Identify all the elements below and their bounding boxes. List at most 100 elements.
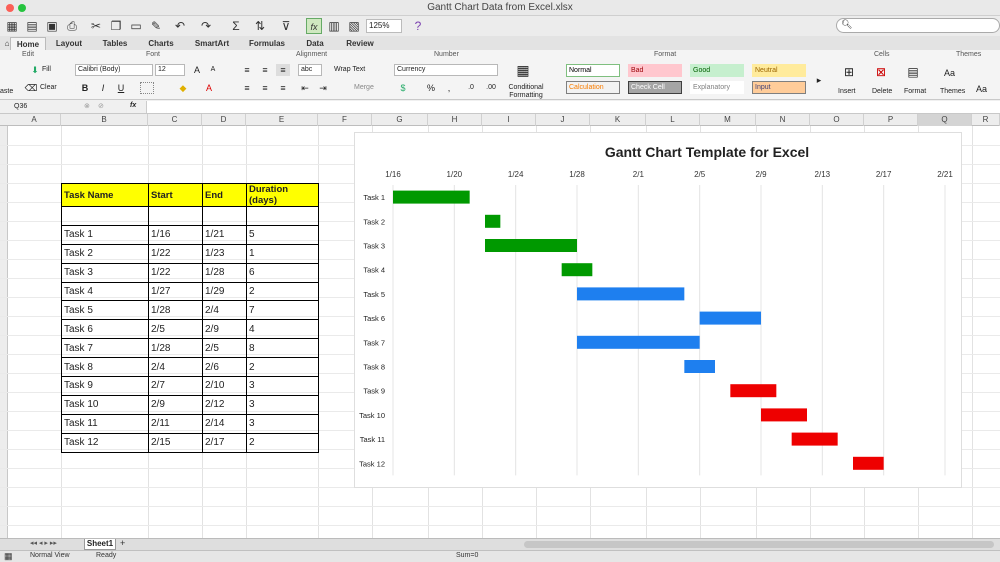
gantt-bar[interactable] <box>853 456 884 470</box>
duration-cell[interactable]: 2 <box>246 432 319 453</box>
header-start[interactable]: Start <box>148 183 203 207</box>
number-format-select[interactable]: Currency <box>394 64 498 76</box>
duration-cell[interactable]: 3 <box>246 376 319 396</box>
start-cell[interactable]: 1/27 <box>148 281 203 302</box>
gantt-bar[interactable] <box>577 335 700 349</box>
header-task-name[interactable]: Task Name <box>61 183 149 207</box>
column-header-d[interactable]: D <box>202 114 246 126</box>
column-header-g[interactable]: G <box>372 114 428 126</box>
view-mode-icon[interactable]: ▦ <box>4 551 13 562</box>
duration-cell[interactable]: 2 <box>246 281 319 302</box>
gantt-bar[interactable] <box>485 214 501 228</box>
gantt-bar[interactable] <box>730 384 777 398</box>
duration-cell[interactable]: 3 <box>246 413 319 434</box>
clear-button[interactable]: Clear <box>40 84 57 91</box>
end-cell[interactable]: 2/9 <box>202 319 247 340</box>
format-cells-icon[interactable]: ▤ <box>906 66 920 78</box>
start-cell[interactable]: 2/5 <box>148 319 203 340</box>
gantt-bar[interactable] <box>684 360 715 373</box>
task-name-cell[interactable]: Task 5 <box>61 300 149 321</box>
add-sheet-icon[interactable]: + <box>120 538 125 548</box>
end-cell[interactable]: 1/28 <box>202 262 247 283</box>
conditional-formatting-icon[interactable]: ▦ <box>514 63 532 82</box>
insert-function-button[interactable]: fx <box>130 102 136 109</box>
task-name-cell[interactable]: Task 9 <box>61 376 149 396</box>
end-cell[interactable]: 2/4 <box>202 300 247 321</box>
themes-gallery-icon[interactable]: Aa <box>944 68 955 78</box>
autosum-icon[interactable]: Σ <box>228 18 244 34</box>
increase-indent-icon[interactable]: ⇥ <box>316 82 330 94</box>
filter-icon[interactable]: ⊽ <box>278 18 294 34</box>
duration-cell[interactable]: 1 <box>246 243 319 264</box>
sheet-tab-sheet1[interactable]: Sheet1 <box>84 539 116 550</box>
merge-button[interactable]: Merge <box>354 84 374 91</box>
zoom-select[interactable]: 125% <box>366 19 402 33</box>
tab-data[interactable]: Data <box>300 37 330 50</box>
align-center-icon[interactable]: ≡ <box>258 82 272 94</box>
paste-button[interactable]: aste <box>0 88 13 95</box>
align-bottom-icon[interactable]: ≡ <box>276 64 290 76</box>
format-button[interactable]: Format <box>904 88 926 95</box>
cell-style-bad[interactable]: Bad <box>628 64 682 77</box>
gantt-bar[interactable] <box>393 190 470 204</box>
new-workbook-icon[interactable]: ▦ <box>4 18 20 34</box>
underline-button[interactable]: U <box>114 82 128 94</box>
clear-icon[interactable]: ⌫ <box>24 82 38 94</box>
fill-icon[interactable]: ⬇ <box>28 64 42 76</box>
tab-tables[interactable]: Tables <box>96 37 134 50</box>
tab-review[interactable]: Review <box>340 37 380 50</box>
column-header-l[interactable]: L <box>646 114 700 126</box>
gantt-bar[interactable] <box>699 311 761 325</box>
tab-smartart[interactable]: SmartArt <box>190 37 234 50</box>
end-cell[interactable]: 1/29 <box>202 281 247 302</box>
insert-cells-icon[interactable]: ⊞ <box>842 66 856 78</box>
end-cell[interactable]: 2/14 <box>202 413 247 434</box>
task-name-cell[interactable] <box>61 206 149 226</box>
search-input[interactable]: 🔍︎ <box>836 18 1000 33</box>
currency-icon[interactable]: $ <box>396 82 410 94</box>
font-color-icon[interactable]: A <box>202 82 216 94</box>
text-orientation-button[interactable]: abc <box>298 64 322 76</box>
column-header-o[interactable]: O <box>810 114 864 126</box>
enter-icon[interactable]: ⊘ <box>98 102 104 110</box>
task-name-cell[interactable]: Task 4 <box>61 281 149 302</box>
start-cell[interactable]: 1/28 <box>148 338 203 359</box>
column-header-i[interactable]: I <box>482 114 536 126</box>
tab-formulas[interactable]: Formulas <box>244 37 290 50</box>
sheet-nav-icon[interactable]: ◂◂ ◂ ▸ ▸▸ <box>30 539 57 547</box>
align-middle-icon[interactable]: ≡ <box>258 64 272 76</box>
duration-cell[interactable]: 2 <box>246 357 319 378</box>
end-cell[interactable]: 1/21 <box>202 224 247 245</box>
decrease-decimal-icon[interactable]: .00 <box>484 82 498 94</box>
cancel-icon[interactable]: ⊗ <box>84 102 90 110</box>
insert-button[interactable]: Insert <box>838 88 856 95</box>
name-box[interactable]: Q36 <box>14 102 74 112</box>
task-name-cell[interactable]: Task 8 <box>61 357 149 378</box>
italic-button[interactable]: I <box>96 82 110 94</box>
align-top-icon[interactable]: ≡ <box>240 64 254 76</box>
delete-cells-icon[interactable]: ⊠ <box>874 66 888 78</box>
gantt-bar[interactable] <box>791 432 838 446</box>
task-name-cell[interactable]: Task 6 <box>61 319 149 340</box>
start-cell[interactable]: 2/15 <box>148 432 203 453</box>
templates-icon[interactable]: ▤ <box>24 18 40 34</box>
task-name-cell[interactable]: Task 11 <box>61 413 149 434</box>
column-header-c[interactable]: C <box>148 114 202 126</box>
fill-color-icon[interactable]: ◆ <box>176 82 190 94</box>
decrease-indent-icon[interactable]: ⇤ <box>298 82 312 94</box>
header-duration[interactable]: Duration (days) <box>246 183 319 207</box>
cell-style-calculation[interactable]: Calculation <box>566 81 620 94</box>
cell-style-explanatory[interactable]: Explanatory <box>690 81 744 94</box>
column-header-q[interactable]: Q <box>918 114 972 126</box>
print-icon[interactable]: ⎙ <box>64 18 80 34</box>
duration-cell[interactable] <box>246 206 319 226</box>
task-name-cell[interactable]: Task 3 <box>61 262 149 283</box>
theme-fonts-button[interactable]: Aa <box>976 84 987 94</box>
column-header-a[interactable]: A <box>8 114 61 126</box>
start-cell[interactable]: 1/22 <box>148 262 203 283</box>
help-icon[interactable]: ? <box>410 18 426 34</box>
duration-cell[interactable]: 5 <box>246 224 319 245</box>
task-name-cell[interactable]: Task 10 <box>61 394 149 415</box>
gantt-bar[interactable] <box>761 408 807 422</box>
gantt-bar[interactable] <box>577 287 685 301</box>
